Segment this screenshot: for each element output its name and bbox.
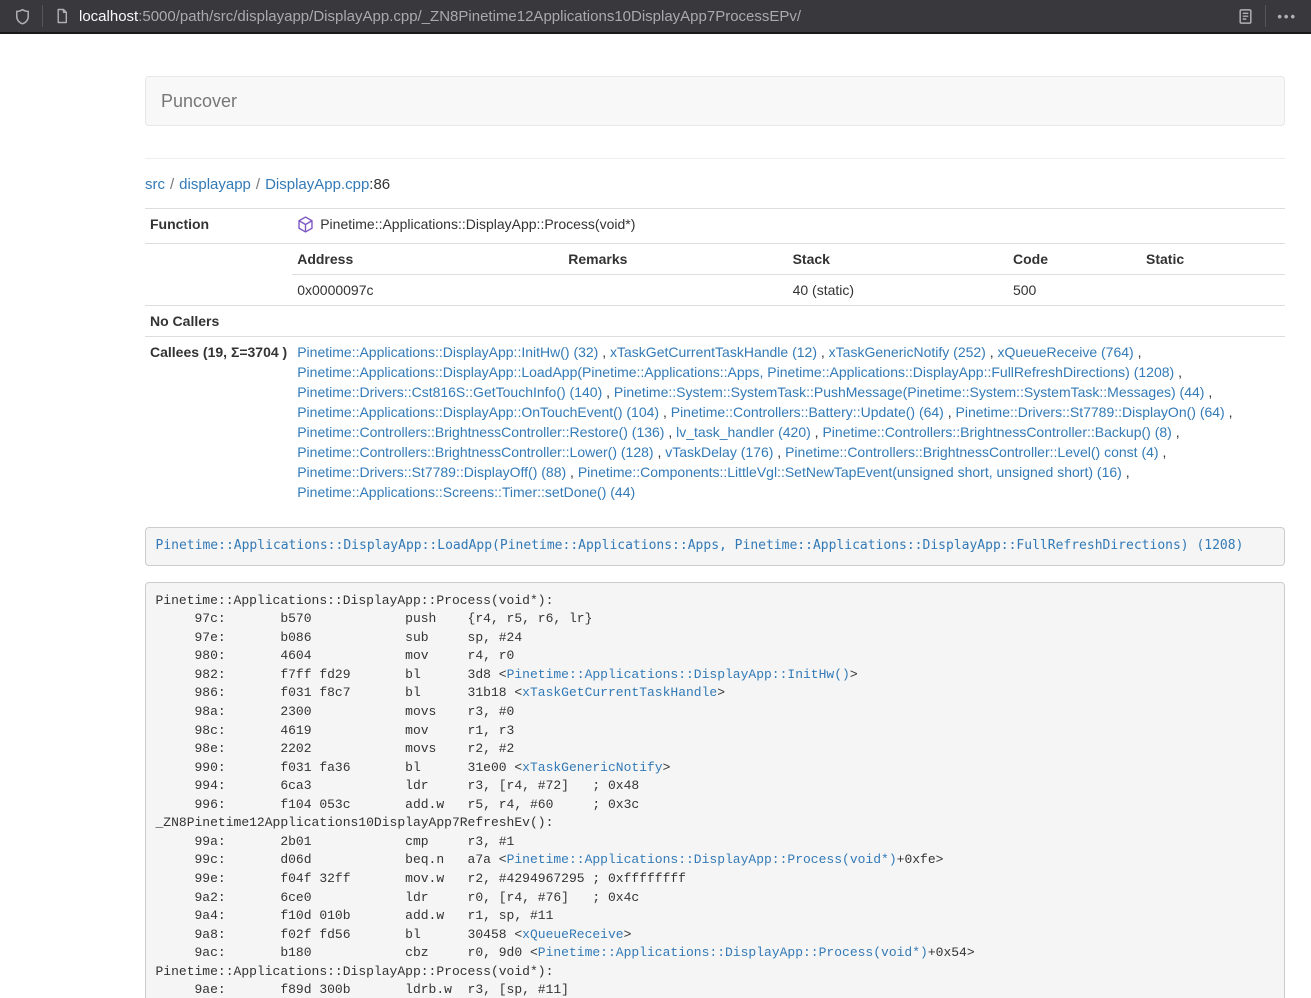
url-host: localhost: [79, 8, 138, 25]
page-container: Puncover src / displayapp / DisplayApp.cpp:8…: [145, 76, 1285, 998]
no-callers-row: No Callers: [145, 306, 1285, 337]
code-value: 500: [1008, 275, 1141, 306]
callee-link[interactable]: Pinetime::System::SystemTask::PushMessag…: [614, 384, 1205, 400]
assembly-symbol-link[interactable]: Pinetime::Applications::DisplayApp::Init…: [507, 667, 850, 682]
brand-link[interactable]: Puncover: [146, 91, 252, 112]
assembly-symbol-link[interactable]: xTaskGetCurrentTaskHandle: [522, 685, 717, 700]
callee-link[interactable]: xQueueReceive (764): [998, 344, 1134, 360]
callee-separator: ,: [1122, 464, 1130, 480]
column-header-address: Address: [292, 244, 563, 275]
toolbar-divider: [1265, 5, 1266, 27]
toolbar-divider: [42, 5, 43, 27]
callee-separator: ,: [602, 384, 614, 400]
assembly-symbol-link[interactable]: Pinetime::Applications::DisplayApp::Proc…: [507, 852, 897, 867]
cube-icon: [297, 216, 314, 238]
disassembly-block: Pinetime::Applications::DisplayApp::Proc…: [145, 582, 1285, 998]
callee-link[interactable]: vTaskDelay (176): [665, 444, 773, 460]
shield-icon[interactable]: [14, 8, 31, 25]
table-row: 0x0000097c 40 (static) 500: [292, 275, 1285, 306]
details-row: Address Remarks Stack Code Static 0x0000…: [145, 244, 1285, 306]
column-header-remarks: Remarks: [563, 244, 787, 275]
callee-separator: ,: [1172, 424, 1180, 440]
callee-separator: ,: [566, 464, 578, 480]
stack-value: 40 (static): [788, 275, 1008, 306]
address-value: 0x0000097c: [292, 275, 563, 306]
breadcrumb-line-number: :86: [369, 176, 390, 193]
callee-separator: ,: [1159, 444, 1167, 460]
callees-list: Pinetime::Applications::DisplayApp::Init…: [292, 337, 1285, 508]
callee-separator: ,: [1204, 384, 1212, 400]
details-table: Address Remarks Stack Code Static 0x0000…: [292, 244, 1285, 305]
assembly-symbol-link[interactable]: Pinetime::Applications::DisplayApp::Proc…: [538, 945, 928, 960]
callee-separator: ,: [811, 424, 823, 440]
reader-mode-icon[interactable]: [1237, 8, 1254, 25]
snippet-symbol-link[interactable]: Pinetime::Applications::DisplayApp::Load…: [156, 538, 1244, 553]
assembly-code: Pinetime::Applications::DisplayApp::Proc…: [156, 593, 975, 998]
callee-link[interactable]: Pinetime::Components::LittleVgl::SetNewT…: [578, 464, 1122, 480]
callee-separator: ,: [659, 404, 671, 420]
callee-link[interactable]: Pinetime::Controllers::BrightnessControl…: [785, 444, 1158, 460]
static-value: [1141, 275, 1285, 306]
column-header-stack: Stack: [788, 244, 1008, 275]
divider: [145, 158, 1285, 159]
callee-separator: ,: [944, 404, 956, 420]
callee-separator: ,: [773, 444, 785, 460]
callee-link[interactable]: Pinetime::Applications::DisplayApp::Init…: [297, 344, 598, 360]
callee-link[interactable]: Pinetime::Controllers::Battery::Update()…: [671, 404, 944, 420]
callers-cell: [292, 306, 1285, 337]
url-bar[interactable]: localhost:5000/path/src/displayapp/Displ…: [79, 8, 1237, 25]
callee-link[interactable]: Pinetime::Controllers::BrightnessControl…: [297, 444, 653, 460]
callee-separator: ,: [598, 344, 610, 360]
function-row: Function Pinetime::Applications::Display…: [145, 209, 1285, 244]
callee-link[interactable]: Pinetime::Applications::Screens::Timer::…: [297, 484, 635, 500]
page-icon[interactable]: [54, 8, 70, 24]
details-row-spacer: [145, 244, 292, 306]
assembly-symbol-link[interactable]: xTaskGenericNotify: [522, 760, 662, 775]
column-header-code: Code: [1008, 244, 1141, 275]
callee-link[interactable]: lv_task_handler (420): [676, 424, 811, 440]
callee-link[interactable]: Pinetime::Controllers::BrightnessControl…: [297, 424, 664, 440]
callee-link[interactable]: xTaskGenericNotify (252): [829, 344, 986, 360]
breadcrumb-link-file[interactable]: DisplayApp.cpp: [265, 176, 369, 193]
callee-link[interactable]: xTaskGetCurrentTaskHandle (12): [610, 344, 817, 360]
callee-separator: ,: [1225, 404, 1233, 420]
no-callers-label: No Callers: [145, 306, 292, 337]
assembly-symbol-link[interactable]: xQueueReceive: [522, 927, 623, 942]
function-label: Function: [145, 209, 292, 244]
breadcrumb-separator: /: [170, 176, 174, 193]
callee-link[interactable]: Pinetime::Drivers::Cst816S::GetTouchInfo…: [297, 384, 602, 400]
callee-separator: ,: [654, 444, 666, 460]
callee-link[interactable]: Pinetime::Drivers::St7789::DisplayOn() (…: [956, 404, 1225, 420]
callee-separator: ,: [664, 424, 676, 440]
callee-separator: ,: [1174, 364, 1182, 380]
callee-separator: ,: [1134, 344, 1142, 360]
breadcrumb-separator: /: [256, 176, 260, 193]
browser-toolbar: localhost:5000/path/src/displayapp/Displ…: [0, 0, 1311, 34]
callee-link[interactable]: Pinetime::Drivers::St7789::DisplayOff() …: [297, 464, 566, 480]
function-name: Pinetime::Applications::DisplayApp::Proc…: [320, 214, 635, 234]
symbol-table: Function Pinetime::Applications::Display…: [145, 208, 1285, 507]
column-header-static: Static: [1141, 244, 1285, 275]
callees-row: Callees (19, Σ=3704 ) Pinetime::Applicat…: [145, 337, 1285, 508]
callee-separator: ,: [817, 344, 829, 360]
url-path: :5000/path/src/displayapp/DisplayApp.cpp…: [138, 8, 801, 25]
callee-link[interactable]: Pinetime::Applications::DisplayApp::Load…: [297, 364, 1174, 380]
navbar: Puncover: [145, 76, 1285, 126]
remarks-value: [563, 275, 787, 306]
more-options-icon[interactable]: •••: [1277, 9, 1297, 24]
callee-separator: ,: [986, 344, 998, 360]
breadcrumb: src / displayapp / DisplayApp.cpp:86: [145, 177, 1285, 193]
breadcrumb-link-displayapp[interactable]: displayapp: [179, 176, 251, 193]
snippet-header: Pinetime::Applications::DisplayApp::Load…: [145, 527, 1285, 566]
callee-link[interactable]: Pinetime::Applications::DisplayApp::OnTo…: [297, 404, 659, 420]
callees-label: Callees (19, Σ=3704 ): [145, 337, 292, 508]
callee-link[interactable]: Pinetime::Controllers::BrightnessControl…: [822, 424, 1171, 440]
breadcrumb-link-src[interactable]: src: [145, 176, 165, 193]
